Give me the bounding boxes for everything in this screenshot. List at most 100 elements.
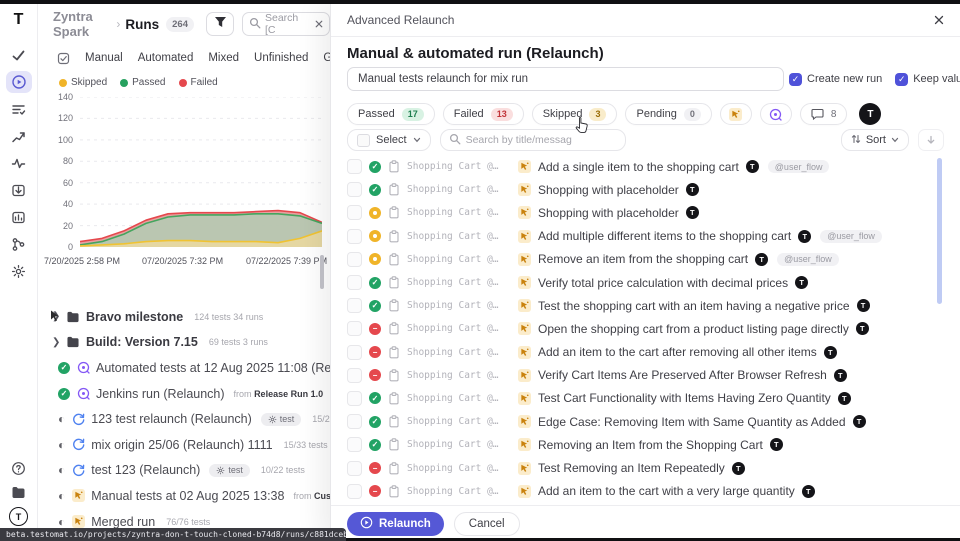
sidebar-item-runs[interactable] — [6, 71, 32, 93]
cancel-button[interactable]: Cancel — [454, 512, 520, 536]
test-group-path: Shopping Cart @… — [407, 161, 511, 172]
row-checkbox[interactable] — [347, 275, 362, 290]
row-checkbox[interactable] — [347, 229, 362, 244]
test-row[interactable]: −Shopping Cart @…Add an item to the cart… — [347, 341, 938, 364]
tree-folder-item[interactable]: ❯Bravo milestone124 tests 34 runs — [37, 304, 330, 330]
select-all-checkbox[interactable] — [357, 134, 370, 147]
tab-mixed[interactable]: Mixed — [208, 52, 239, 64]
relaunch-button[interactable]: Relaunch — [347, 512, 444, 536]
breadcrumb-page[interactable]: Runs — [125, 17, 159, 32]
manual-test-icon — [518, 346, 531, 359]
tree-run-item[interactable]: ◐test 123 (Relaunch)test10/22 tests — [37, 458, 330, 484]
test-row[interactable]: Shopping Cart @…Remove an item from the … — [347, 248, 938, 271]
filter-manual-tests-icon[interactable] — [720, 103, 752, 125]
tree-folder-item[interactable]: ❯Build: Version 7.1569 tests 3 runs — [37, 330, 330, 356]
test-row[interactable]: ✓Shopping Cart @…Add a single item to th… — [347, 155, 938, 178]
tree-run-item[interactable]: ✓Automated tests at 12 Aug 2025 11:08 (R… — [37, 355, 330, 381]
row-checkbox[interactable] — [347, 345, 362, 360]
x-tick-label: 07/20/2025 7:32 PM — [142, 256, 223, 266]
filter-passed[interactable]: Passed17 — [347, 103, 435, 125]
clipboard-icon — [388, 206, 400, 219]
row-checkbox[interactable] — [347, 321, 362, 336]
row-checkbox[interactable] — [347, 298, 362, 313]
manual-test-icon — [518, 183, 531, 196]
create-new-run-option[interactable]: ✓ Create new run — [789, 73, 882, 86]
sidebar-item-projects[interactable] — [6, 483, 32, 501]
manual-tests-icon — [729, 108, 742, 121]
tree-item-from: from Release Run 1.0 — [234, 389, 324, 399]
legend-item-skipped: Skipped — [59, 77, 107, 88]
run-name-input[interactable] — [347, 67, 784, 91]
tab-unfinished[interactable]: Unfinished — [254, 52, 308, 64]
select-dropdown[interactable]: Select — [347, 129, 431, 151]
test-row[interactable]: ✓Shopping Cart @…Test Cart Functionality… — [347, 387, 938, 410]
test-row[interactable]: −Shopping Cart @…Verify Cart Items Are P… — [347, 364, 938, 387]
keep-values-option[interactable]: ✓ Keep values ? — [895, 73, 960, 86]
tree-run-item[interactable]: ✓Jenkins run (Relaunch)from Release Run … — [37, 381, 330, 407]
row-checkbox[interactable] — [347, 205, 362, 220]
sidebar-item-settings[interactable] — [6, 260, 32, 282]
chevron-right-icon[interactable]: ❯ — [52, 337, 60, 348]
row-checkbox[interactable] — [347, 391, 362, 406]
tree-item-name: Manual tests at 02 Aug 2025 13:38 — [91, 489, 284, 503]
checkbox-checked-icon[interactable]: ✓ — [789, 73, 802, 86]
test-row[interactable]: −Shopping Cart @…Add an item to the cart… — [347, 480, 938, 503]
row-checkbox[interactable] — [347, 414, 362, 429]
filter-pending[interactable]: Pending0 — [625, 103, 711, 125]
relaunch-run-icon — [71, 438, 85, 451]
sidebar-item-analytics[interactable] — [6, 152, 32, 174]
modal-scrollbar[interactable] — [937, 158, 942, 304]
tab-automated[interactable]: Automated — [138, 52, 194, 64]
test-row[interactable]: ✓Shopping Cart @…Test the shopping cart … — [347, 294, 938, 317]
sort-direction-button[interactable] — [918, 129, 944, 151]
tree-item-name: mix origin 25/06 (Relaunch) 1111 — [91, 438, 272, 452]
clear-search-icon[interactable] — [315, 20, 323, 28]
row-checkbox[interactable] — [347, 159, 362, 174]
clipboard-icon — [388, 160, 400, 173]
test-row[interactable]: ✓Shopping Cart @…Removing an Item from t… — [347, 433, 938, 456]
tab-manual[interactable]: Manual — [85, 52, 123, 64]
close-icon[interactable] — [934, 15, 944, 25]
sidebar-item-help[interactable] — [6, 459, 32, 477]
filter-button[interactable] — [206, 12, 234, 36]
runs-search-input[interactable]: Search [C — [242, 12, 330, 36]
filter-automated-tests-icon[interactable] — [760, 103, 792, 125]
test-row[interactable]: ✓Shopping Cart @…Verify total price calc… — [347, 271, 938, 294]
tree-run-item[interactable]: ◐Manual tests at 02 Aug 2025 13:38from C… — [37, 483, 330, 509]
filter-label: Failed — [454, 108, 484, 120]
assignee-avatar[interactable]: T — [859, 103, 881, 125]
row-checkbox[interactable] — [347, 252, 362, 267]
filter-failed[interactable]: Failed13 — [443, 103, 524, 125]
select-runs-icon[interactable] — [57, 52, 70, 65]
sidebar-item-checks[interactable] — [6, 44, 32, 66]
sidebar-item-trend[interactable] — [6, 125, 32, 147]
test-row[interactable]: −Shopping Cart @…Test Removing an Item R… — [347, 456, 938, 479]
row-checkbox[interactable] — [347, 484, 362, 499]
test-row[interactable]: −Shopping Cart @…Open the shopping cart … — [347, 317, 938, 340]
filter-comments[interactable]: 8 — [800, 103, 848, 125]
sort-dropdown[interactable]: Sort — [841, 129, 909, 151]
row-checkbox[interactable] — [347, 461, 362, 476]
main-scrollbar[interactable] — [320, 255, 324, 289]
sidebar-item-branch[interactable] — [6, 233, 32, 255]
tree-run-item[interactable]: ◐mix origin 25/06 (Relaunch) 111115/33 t… — [37, 432, 330, 458]
profile-avatar[interactable]: T — [9, 507, 28, 526]
sidebar-item-test-plans[interactable] — [6, 98, 32, 120]
advanced-relaunch-modal: Advanced Relaunch Manual & automated run… — [330, 4, 960, 538]
runs-count-badge: 264 — [166, 17, 194, 32]
tab-groups[interactable]: Groups — [323, 52, 330, 64]
test-row[interactable]: ✓Shopping Cart @…Edge Case: Removing Ite… — [347, 410, 938, 433]
breadcrumb-project[interactable]: Zyntra Spark — [53, 9, 111, 39]
test-search-input[interactable]: Search by title/messag — [440, 129, 626, 151]
row-checkbox[interactable] — [347, 182, 362, 197]
test-row[interactable]: ✓Shopping Cart @…Shopping with placehold… — [347, 178, 938, 201]
tree-run-item[interactable]: ◐123 test relaunch (Relaunch)test15/23 t… — [37, 406, 330, 432]
row-checkbox[interactable] — [347, 368, 362, 383]
test-row[interactable]: Shopping Cart @…Add multiple different i… — [347, 225, 938, 248]
checkbox-checked-icon[interactable]: ✓ — [895, 73, 908, 86]
sidebar-item-reports[interactable] — [6, 206, 32, 228]
row-checkbox[interactable] — [347, 437, 362, 452]
test-row[interactable]: Shopping Cart @…Shopping with placeholde… — [347, 201, 938, 224]
sidebar-item-import[interactable] — [6, 179, 32, 201]
clipboard-icon — [388, 299, 400, 312]
